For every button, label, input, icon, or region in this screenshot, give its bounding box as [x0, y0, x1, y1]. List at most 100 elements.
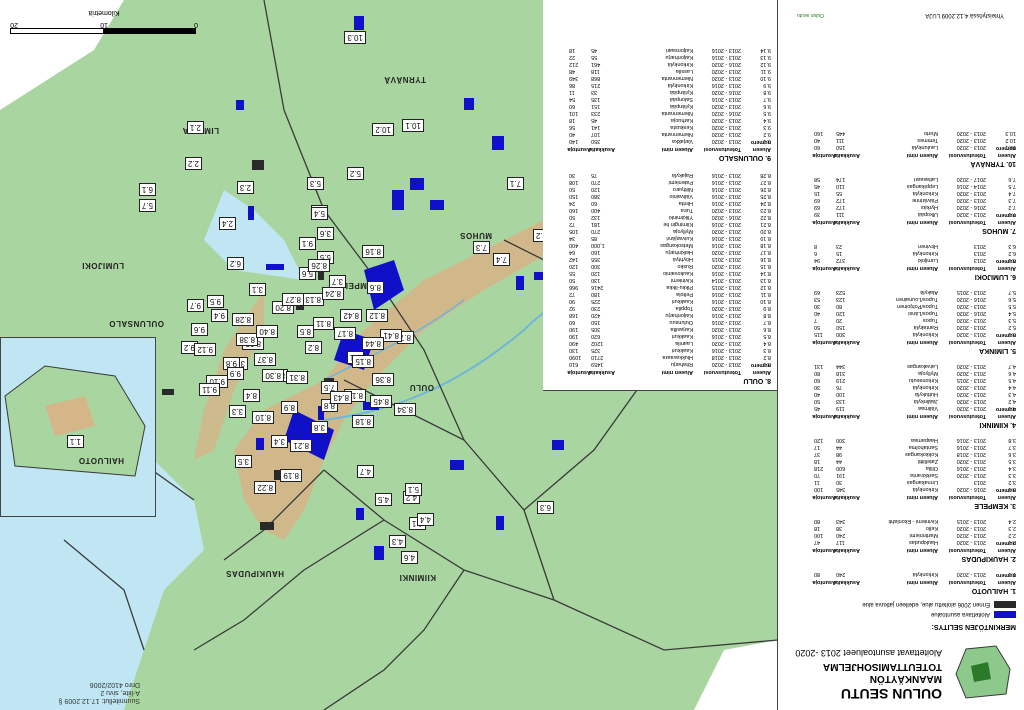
- table-cell: 40: [569, 131, 576, 137]
- table-row: 9.11 2013 - 2020 Lassila 118 48: [569, 67, 771, 74]
- table-cell: 9.1: [763, 138, 771, 144]
- table-cell: 100: [814, 532, 824, 538]
- table-cell: Ritaharju: [670, 361, 693, 367]
- table-row: 8.25 2013 - 2016 Välivainio 380 150: [569, 192, 771, 199]
- table-cell: Höyhtyä: [672, 256, 693, 262]
- table-cell: 9.14: [760, 47, 771, 53]
- table-row: 3.8 2013 - 2016 Haapamaa 300 120: [814, 436, 1016, 443]
- table-row: 9.1 2013 - 2020 Varjakka 350 140: [569, 137, 771, 144]
- table-cell: 2013 - 2020: [956, 317, 986, 323]
- area-number-tag: 4.4: [416, 513, 434, 526]
- table-cell: 8.6: [763, 326, 771, 332]
- table-cell: 34: [569, 235, 576, 241]
- table-cell: 4.2: [1008, 398, 1016, 404]
- area-number-tag: 5.3: [306, 177, 324, 190]
- table-cell: 60: [814, 377, 821, 383]
- area-number-tag: 2.1: [186, 121, 204, 134]
- table-cell: 3.2: [1008, 479, 1016, 485]
- table-cell: 150: [591, 319, 601, 325]
- table-cell: 45: [591, 117, 598, 123]
- table-cell: Murto: [923, 130, 938, 136]
- table-row: 5.3 2013 - 2020 Tupos 20 7: [814, 316, 1016, 323]
- table-cell: 215: [591, 82, 601, 88]
- table-cell: 355: [591, 256, 601, 262]
- area-number-tag: 8.19: [280, 469, 302, 482]
- table-cell: 8.13: [760, 277, 771, 283]
- table-cell: 2013 - 2020: [711, 138, 741, 144]
- table-cell: 10.2: [1005, 137, 1016, 143]
- table-cell: 110: [836, 183, 845, 189]
- area-number-tag: 5.7: [138, 199, 156, 212]
- table-cell: 2013 - 2016: [711, 312, 741, 318]
- table-cell: 58: [814, 176, 821, 182]
- table-cell: 7: [814, 317, 818, 323]
- table-cell: Kaijonsaari: [665, 47, 693, 53]
- table-cell: 2016 - 2020: [711, 61, 741, 67]
- scale-tick-0: 0: [194, 21, 198, 28]
- area-number-tag: 8.6: [366, 281, 384, 294]
- section-title: 1. HAILUOTO: [971, 587, 1016, 594]
- locator-map-icon: [950, 642, 1016, 704]
- table-cell: Ylikiiminki: [668, 214, 693, 220]
- table-row: 4.3 2013 - 2020 Huttukylä 100 40: [814, 390, 1016, 397]
- table-row: 8.2 2013 - 2018 Hiukkavaara 2710 1090: [569, 353, 771, 360]
- table-cell: 150: [569, 193, 579, 199]
- scale-tick-10: 10: [100, 21, 108, 28]
- table-cell: 2013 - 2020: [956, 398, 986, 404]
- table-cell: Ollila: [925, 465, 938, 471]
- table-cell: 160: [591, 249, 601, 255]
- table-cell: 5.1: [1008, 331, 1016, 337]
- table-cell: 7.3: [1008, 197, 1016, 203]
- table-cell: 5.2: [1008, 324, 1016, 330]
- table-row: 8.22 2016 - 2020 Ylikiiminki 132 50: [569, 213, 771, 220]
- table-cell: 44: [836, 444, 843, 450]
- table-row: 2.4 2013 - 2015 Kiviniemi - Ekonlahti 343 80: [814, 517, 1016, 524]
- table-cell: Tupos/Lounainen: [895, 296, 938, 302]
- table-cell: 610: [569, 361, 579, 367]
- table-row: 8.4 2013 - 2020 Laanila 1202 490: [569, 339, 771, 346]
- table-cell: 3.1: [1008, 486, 1016, 492]
- table-cell: 80: [814, 571, 821, 577]
- table-cell: 2013 - 2020: [711, 131, 741, 137]
- data-table: 2.1 2013 - 2020 Haukipudas 117 47 2.2 2013 - 2…: [814, 517, 1016, 545]
- table-cell: 8.28: [760, 172, 771, 178]
- table-cell: 2013 - 2016: [711, 333, 741, 339]
- table-cell: 11: [569, 89, 575, 95]
- table-cell: 5.6: [1008, 296, 1016, 302]
- table-cell: 2.1: [1008, 539, 1016, 545]
- table-row: 8.15 2013 - 2020 Rusko 300 120: [569, 262, 771, 269]
- table-cell: 50: [569, 214, 576, 220]
- table-row: 9.8 2016 - 2020 Kylänpää 33 11: [569, 88, 771, 95]
- table-row: 6.2 2013 Kirkonkylä 15 6: [814, 249, 1016, 256]
- table-cell: 2013 - 2016: [956, 465, 986, 471]
- table-cell: 56: [569, 124, 576, 130]
- muni-label-muhos: MUHOS: [459, 231, 492, 240]
- table-cell: 225: [591, 298, 601, 304]
- table-row: 3.7 2013 - 2016 Santaholma 44 17: [814, 443, 1016, 450]
- table-cell: 2013 - 2020: [956, 405, 986, 411]
- table-cell: 2013 - 2020: [711, 75, 741, 81]
- table-cell: 168: [569, 312, 579, 318]
- table-cell: 55: [569, 270, 576, 276]
- table-cell: Kaijonharju: [665, 54, 693, 60]
- table-cell: Niemenranta: [661, 131, 694, 137]
- table-cell: 2013 - 2016: [711, 270, 741, 276]
- table-row: 4.6 2013 - 2020 Myllyoja 318 80: [814, 369, 1016, 376]
- table-cell: 2013 - 2020: [956, 391, 986, 397]
- table-cell: 190: [569, 326, 579, 332]
- area-number-tag: 8.38: [236, 333, 258, 346]
- table-cell: 8.14: [760, 270, 771, 276]
- table-cell: 2013 - 2020: [711, 207, 741, 213]
- table-cell: 2013 - 2020: [956, 130, 986, 136]
- area-number-tag: 8.43: [330, 391, 352, 404]
- table-row: 7.6 2017 - 2020 Laitasaari 174 58: [814, 175, 1016, 182]
- table-cell: 2013: [973, 257, 986, 263]
- table-cell: Kiviniemi: [670, 277, 693, 283]
- table-cell: 8.10: [760, 298, 771, 304]
- table-cell: 2013 - 2020: [956, 458, 986, 464]
- area-number-tag: 8.30: [262, 369, 284, 382]
- table-cell: 10.3: [1005, 130, 1016, 136]
- table-cell: Rantakylä: [913, 324, 938, 330]
- table-cell: Salonpää: [669, 96, 693, 102]
- table-cell: 69: [814, 197, 821, 203]
